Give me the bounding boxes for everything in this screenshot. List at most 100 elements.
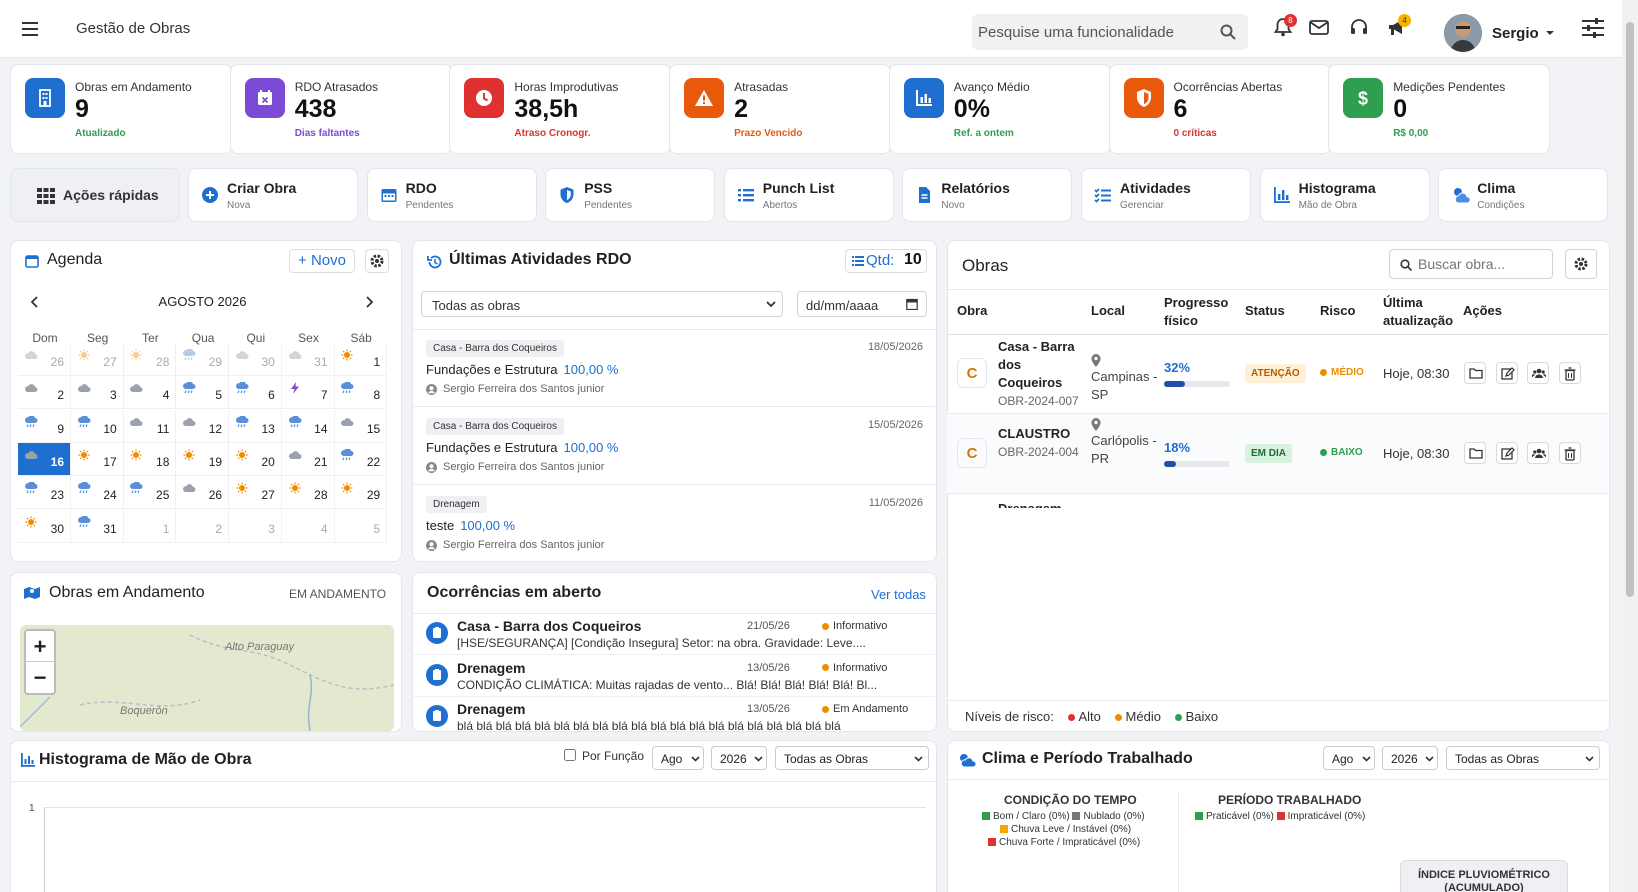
histograma-card: Histograma de Mão de Obra Por Função Ago… bbox=[10, 740, 937, 892]
divider bbox=[947, 700, 1608, 701]
clima-obras-value: Todas as Obras bbox=[1455, 752, 1540, 766]
obra-name: Casa - Barra dos Coqueiros bbox=[998, 339, 1075, 390]
por-funcao-checkbox[interactable] bbox=[564, 749, 576, 761]
ocorrencia-status-row: Em Andamento bbox=[822, 703, 908, 715]
histo-year-value: 2026 bbox=[720, 752, 747, 766]
obra-updated: Hoje, 08:30 bbox=[1383, 366, 1450, 381]
ocorrencia-title: Drenagem bbox=[457, 659, 526, 676]
chevron-down-icon bbox=[914, 756, 923, 762]
ocorrencia-date: 21/05/26 bbox=[747, 620, 790, 632]
ocorrencia-status: Informativo bbox=[833, 661, 888, 674]
chevron-down-icon bbox=[1585, 756, 1594, 762]
y-tick: 1 bbox=[29, 803, 35, 814]
edit-button[interactable] bbox=[1495, 442, 1518, 464]
folder-button[interactable] bbox=[1464, 442, 1486, 464]
divider bbox=[1178, 791, 1179, 892]
period-legend-item: Impraticável (0%) bbox=[1287, 811, 1366, 822]
period-legend-item: Praticável (0%) bbox=[1206, 811, 1274, 822]
pluvio-box: ÍNDICE PLUVIOMÉTRICO (ACUMULADO) bbox=[1400, 860, 1568, 892]
ocorrencia-desc: [HSE/SEGURANÇA] [Condição Insegura] Seto… bbox=[457, 636, 866, 650]
risk-legend-high: Alto bbox=[1078, 709, 1101, 724]
chevron-down-icon bbox=[754, 756, 763, 762]
risk-dot-low bbox=[1174, 714, 1182, 722]
clima-obras-select[interactable]: Todas as Obras bbox=[1446, 746, 1600, 770]
risk-legend: Níveis de risco: Alto Médio Baixo bbox=[965, 709, 1218, 724]
team-button[interactable] bbox=[1527, 362, 1549, 384]
chevron-down-icon bbox=[1362, 756, 1371, 762]
obra-name: CLAUSTRO bbox=[998, 426, 1071, 441]
status-dot bbox=[822, 622, 829, 630]
ocorrencia-item[interactable]: Drenagem CONDIÇÃO CLIMÁTICA: Muitas rajad… bbox=[412, 655, 935, 697]
clima-year-value: 2026 bbox=[1391, 752, 1418, 766]
divider bbox=[948, 779, 1609, 780]
risk-indicator: MÉDIO bbox=[1320, 367, 1364, 378]
cond-legend-item: Chuva Leve / Instável (0%) bbox=[1011, 824, 1132, 835]
risk-dot-medium bbox=[1114, 714, 1122, 722]
table-row[interactable]: C CLAUSTRO OBR-2024-004 Carlópolis - PR 18% E… bbox=[947, 414, 1608, 494]
cond-legend-item: Chuva Forte / Impraticável (0%) bbox=[999, 837, 1141, 848]
risk-dot bbox=[1320, 448, 1327, 456]
status-dot bbox=[822, 664, 829, 672]
ocorrencia-status: Em Andamento bbox=[833, 703, 909, 715]
histo-obras-value: Todas as Obras bbox=[784, 752, 869, 766]
trash-button[interactable] bbox=[1558, 442, 1581, 464]
progress-bar-fill bbox=[1164, 461, 1176, 467]
cloud-sun-icon bbox=[958, 752, 976, 768]
obra-avatar: C bbox=[957, 438, 987, 468]
status-dot bbox=[822, 705, 829, 713]
bar-chart-icon bbox=[21, 753, 35, 767]
divider bbox=[11, 781, 936, 782]
cond-legend-item: Nublado (0%) bbox=[1083, 811, 1145, 822]
table-row[interactable]: C Casa - Barra dos Coqueiros OBR-2024-007 C… bbox=[947, 334, 1608, 414]
clima-month-select[interactable]: Ago bbox=[1323, 746, 1375, 770]
histo-month-select[interactable]: Ago bbox=[652, 746, 704, 770]
clima-card: Clima e Período Trabalhado Ago 2026 Toda… bbox=[947, 740, 1610, 892]
ocorrencia-status-row: Informativo bbox=[822, 620, 887, 632]
obra-progress-text: 18% bbox=[1164, 440, 1191, 455]
cond-legend-row: Chuva Forte / Impraticável (0%) bbox=[988, 837, 1140, 848]
cond-legend-item: Bom / Claro (0%) bbox=[993, 811, 1070, 822]
ocorrencia-status: Informativo bbox=[833, 620, 888, 632]
trash-button[interactable] bbox=[1558, 362, 1581, 384]
por-funcao-label: Por Função bbox=[582, 749, 645, 763]
obra-avatar: C bbox=[957, 358, 987, 388]
y-axis bbox=[44, 807, 45, 892]
folder-button[interactable] bbox=[1464, 362, 1486, 384]
risk-indicator: BAIXO bbox=[1320, 447, 1363, 458]
obra-local: Campinas - SP bbox=[1091, 369, 1158, 402]
obra-name-cell: CLAUSTRO OBR-2024-004 bbox=[998, 425, 1084, 461]
edit-button[interactable] bbox=[1495, 362, 1518, 384]
histo-year-select[interactable]: 2026 bbox=[711, 746, 767, 770]
clima-month-value: Ago bbox=[1332, 752, 1354, 766]
ocorrencia-date: 13/05/26 bbox=[747, 703, 790, 715]
ocorrencia-item[interactable]: Drenagem blá blá blá blá blá blá blá blá … bbox=[412, 696, 935, 730]
ocorrencia-date: 13/05/26 bbox=[747, 661, 790, 674]
cond-legend-row: Bom / Claro (0%) Nublado (0%) bbox=[982, 811, 1145, 822]
chevron-down-icon bbox=[1425, 756, 1434, 762]
histo-obras-select[interactable]: Todas as Obras bbox=[775, 746, 929, 770]
risk-dot bbox=[1320, 368, 1327, 376]
ocorrencia-item[interactable]: Casa - Barra dos Coqueiros [HSE/SEGURANÇA… bbox=[412, 613, 935, 655]
obra-local-cell: Campinas - SP bbox=[1091, 354, 1161, 404]
obra-local: Carlópolis - PR bbox=[1091, 433, 1157, 466]
clima-year-select[interactable]: 2026 bbox=[1382, 746, 1438, 770]
obra-progress-text: 32% bbox=[1164, 360, 1191, 375]
obra-updated: Hoje, 08:30 bbox=[1383, 446, 1450, 461]
histograma-title: Histograma de Mão de Obra bbox=[39, 751, 252, 768]
cond-title: CONDIÇÃO DO TEMPO bbox=[1004, 793, 1137, 807]
progress-bar bbox=[1164, 381, 1230, 387]
histo-month-value: Ago bbox=[661, 752, 683, 766]
clima-title: Clima e Período Trabalhado bbox=[982, 750, 1193, 767]
risk-legend-low: Baixo bbox=[1185, 709, 1219, 724]
map-pin-icon bbox=[1091, 354, 1161, 368]
gridline bbox=[44, 807, 926, 808]
obra-code: OBR-2024-004 bbox=[998, 445, 1079, 459]
ocorrencia-desc: blá blá blá blá blá blá blá blá blá blá … bbox=[457, 719, 841, 730]
alert-icon bbox=[426, 663, 448, 686]
status-badge: ATENÇÃO bbox=[1245, 364, 1306, 383]
team-button[interactable] bbox=[1527, 442, 1549, 464]
risk-legend-label: Níveis de risco: bbox=[965, 709, 1054, 724]
status-badge: EM DIA bbox=[1245, 444, 1292, 463]
ocorrencia-title: Drenagem bbox=[457, 701, 526, 717]
alert-icon bbox=[426, 705, 448, 727]
